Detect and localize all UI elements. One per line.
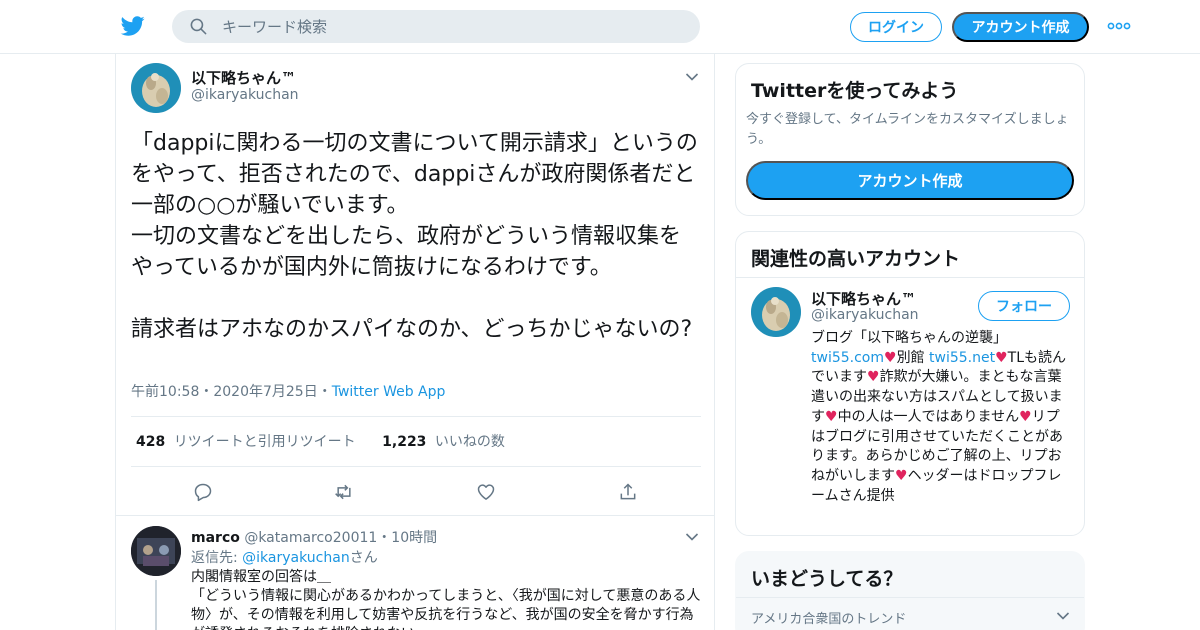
- tweet-timestamp[interactable]: 午前10:58・2020年7月25日: [131, 384, 318, 400]
- tweet-author-avatar[interactable]: [131, 63, 181, 113]
- related-accounts-card: 関連性の高いアカウント 以下略ちゃん™ @ikaryakuchan フォロー ブ…: [735, 231, 1085, 536]
- tweet-text: 「dappiに関わる一切の文書について開示請求」というのをやって、拒否されたので…: [131, 131, 698, 342]
- reply-to-suffix: さん: [349, 550, 378, 566]
- avatar-image: [131, 63, 181, 113]
- retweet-count[interactable]: 428: [136, 434, 165, 450]
- like-count[interactable]: 1,223: [382, 434, 426, 450]
- more-icon[interactable]: [1106, 18, 1132, 34]
- tweet-metadata: 午前10:58・2020年7月25日・Twitter Web App: [131, 381, 445, 401]
- main-timeline: 以下略ちゃん™ @ikaryakuchan 「dappiに関わる一切の文書につい…: [115, 54, 715, 630]
- avatar-image: [131, 526, 181, 576]
- reply-icon[interactable]: [193, 482, 213, 502]
- retweet-icon[interactable]: [334, 482, 354, 502]
- divider: [736, 597, 1084, 598]
- signup-button[interactable]: アカウント作成: [952, 12, 1089, 42]
- reply-author-name[interactable]: marco: [191, 530, 240, 546]
- meta-separator: ・: [317, 384, 332, 400]
- share-icon[interactable]: [618, 482, 638, 502]
- heart-icon: ♥: [867, 369, 880, 386]
- trend-location-label[interactable]: アメリカ合衆国のトレンド: [751, 608, 906, 627]
- card-subtitle: 今すぐ登録して、タイムラインをカスタマイズしましょう。: [746, 112, 1069, 147]
- account-avatar[interactable]: [751, 287, 801, 337]
- divider: [116, 515, 714, 516]
- reply-to-line: 返信先: @ikaryakuchanさん: [191, 547, 378, 567]
- retweet-label[interactable]: リツイートと引用リツイート: [174, 434, 356, 450]
- card-title: いまどうしてる？: [751, 568, 903, 590]
- reply-to-handle[interactable]: @ikaryakuchan: [242, 550, 350, 566]
- like-label[interactable]: いいねの数: [435, 434, 505, 450]
- reply-timestamp[interactable]: 10時間: [391, 530, 437, 546]
- reply-to-prefix: 返信先:: [191, 550, 243, 566]
- meta-separator: ・: [377, 530, 392, 546]
- twitter-bird-icon[interactable]: [120, 14, 146, 38]
- chevron-down-icon[interactable]: [685, 532, 699, 542]
- divider: [131, 416, 701, 417]
- card-title: Twitterを使ってみよう: [751, 80, 959, 102]
- chevron-down-icon[interactable]: [685, 72, 699, 82]
- bio-text: ブログ「以下略ちゃんの逆襲」: [811, 330, 1007, 346]
- follow-button[interactable]: フォロー: [978, 291, 1070, 321]
- signup-promo-card: Twitterを使ってみよう 今すぐ登録して、タイムラインをカスタマイズしましょ…: [735, 63, 1085, 216]
- heart-icon: ♥: [895, 467, 908, 484]
- heart-icon: ♥: [884, 349, 897, 366]
- search-input[interactable]: [222, 10, 682, 43]
- search-icon: [190, 18, 207, 35]
- signup-card-button[interactable]: アカウント作成: [746, 161, 1074, 200]
- chevron-down-icon[interactable]: [1056, 611, 1070, 621]
- like-icon[interactable]: [476, 482, 496, 502]
- account-name[interactable]: 以下略ちゃん™: [811, 288, 916, 309]
- tweet-author-name[interactable]: 以下略ちゃん™: [191, 67, 296, 88]
- login-button[interactable]: ログイン: [850, 12, 942, 42]
- divider: [131, 466, 701, 467]
- bio-link[interactable]: twi55.net: [929, 350, 995, 366]
- trends-card: いまどうしてる？ アメリカ合衆国のトレンド: [735, 551, 1085, 630]
- account-bio: ブログ「以下略ちゃんの逆襲」twi55.com♥別館 twi55.net♥TLも…: [811, 329, 1073, 506]
- card-title: 関連性の高いアカウント: [751, 248, 961, 270]
- divider: [736, 277, 1084, 278]
- heart-icon: ♥: [1019, 408, 1032, 425]
- avatar-image: [751, 287, 801, 337]
- reply-author-handle[interactable]: @katamarco20011: [244, 530, 377, 546]
- top-navbar: ログイン アカウント作成: [0, 0, 1200, 54]
- reply-header: marco @katamarco20011・10時間: [191, 527, 437, 547]
- bio-link[interactable]: twi55.com: [811, 350, 884, 366]
- reply-author-avatar[interactable]: [131, 526, 181, 576]
- heart-icon: ♥: [825, 408, 838, 425]
- tweet-stats: 428 リツイートと引用リツイート 1,223 いいねの数: [136, 431, 505, 451]
- thread-line: [155, 580, 157, 630]
- tweet-author-handle[interactable]: @ikaryakuchan: [191, 87, 299, 103]
- heart-icon: ♥: [995, 349, 1008, 366]
- reply-text: 内閣情報室の回答は＿ 「どういう情報に関心があるかわかってしまうと、〈我が国に対…: [191, 569, 701, 630]
- bio-text: 別館: [896, 349, 930, 366]
- search-bar: [172, 10, 700, 43]
- bio-text: 中の人は一人ではありません: [837, 408, 1020, 425]
- tweet-source-app[interactable]: Twitter Web App: [332, 384, 446, 400]
- account-handle[interactable]: @ikaryakuchan: [811, 307, 919, 323]
